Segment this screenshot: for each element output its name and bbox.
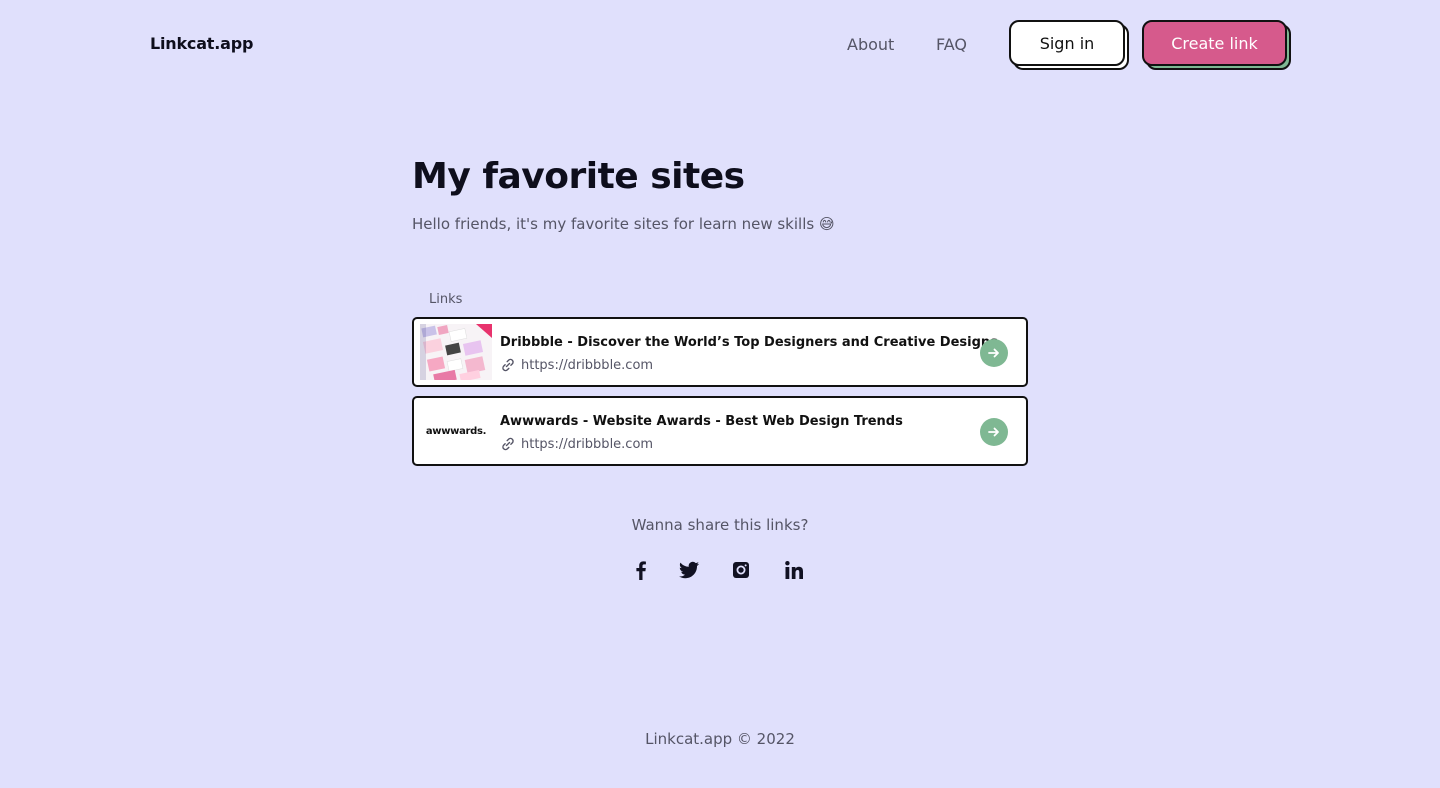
page-title: My favorite sites xyxy=(412,156,745,197)
logo[interactable]: Linkcat.app xyxy=(150,34,253,53)
arrow-right-icon xyxy=(988,427,999,437)
link-card-awwwards[interactable]: awwwards. Awwwards - Website Awards - Be… xyxy=(412,396,1028,466)
link-card-dribbble[interactable]: Dribbble - Discover the World’s Top Desi… xyxy=(412,317,1028,387)
awwwards-thumbnail: awwwards. xyxy=(420,403,492,459)
nav-link-faq[interactable]: FAQ xyxy=(936,35,967,54)
sign-in-button[interactable]: Sign in xyxy=(1009,20,1125,66)
linkedin-share-button[interactable] xyxy=(782,558,806,582)
page-subtitle: Hello friends, it's my favorite sites fo… xyxy=(412,215,835,233)
dribbble-screenshot-image xyxy=(420,324,492,380)
link-title: Awwwards - Website Awards - Best Web Des… xyxy=(500,414,903,429)
dribbble-thumbnail xyxy=(420,324,492,380)
instagram-icon xyxy=(733,562,749,578)
facebook-icon xyxy=(636,561,646,580)
link-url: https://dribbble.com xyxy=(521,436,654,452)
nav-link-about[interactable]: About xyxy=(847,35,894,54)
create-link-button-wrapper: Create link xyxy=(1142,20,1291,70)
twitter-icon xyxy=(679,561,699,579)
open-link-button[interactable] xyxy=(980,418,1008,446)
facebook-share-button[interactable] xyxy=(629,558,653,582)
instagram-share-button[interactable] xyxy=(729,558,753,582)
open-link-button[interactable] xyxy=(980,339,1008,367)
links-section-label: Links xyxy=(429,292,463,307)
link-url: https://dribbble.com xyxy=(521,357,654,373)
twitter-share-button[interactable] xyxy=(677,558,701,582)
arrow-right-icon xyxy=(988,348,999,358)
create-link-button[interactable]: Create link xyxy=(1142,20,1287,66)
sign-in-button-wrapper: Sign in xyxy=(1009,20,1129,70)
link-url-row: https://dribbble.com xyxy=(500,357,653,373)
share-heading: Wanna share this links? xyxy=(631,516,809,534)
awwwards-logo: awwwards. xyxy=(425,425,487,437)
link-icon xyxy=(500,436,516,452)
link-icon xyxy=(500,357,516,373)
link-title: Dribbble - Discover the World’s Top Desi… xyxy=(500,335,998,350)
link-url-row: https://dribbble.com xyxy=(500,436,653,452)
linkedin-icon xyxy=(785,561,803,579)
footer-copyright: Linkcat.app © 2022 xyxy=(645,730,795,748)
